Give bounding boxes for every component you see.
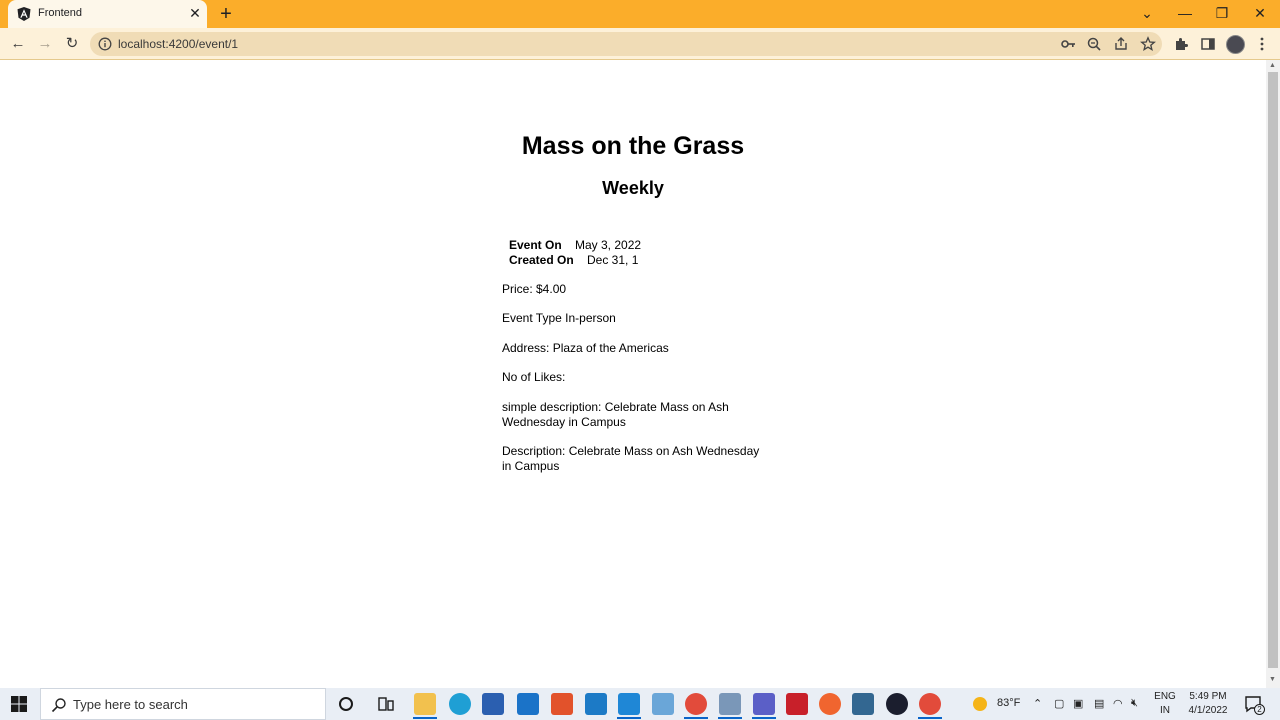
event-price: Price: $4.00 <box>502 282 567 296</box>
new-tab-icon[interactable]: + <box>216 4 236 24</box>
mail-icon[interactable] <box>517 693 539 715</box>
weather-sun-icon[interactable] <box>969 693 991 715</box>
angular-logo-icon <box>17 7 31 21</box>
forward-icon[interactable]: → <box>34 33 56 55</box>
scroll-down-icon[interactable]: ▼ <box>1269 676 1276 683</box>
side-panel-icon[interactable] <box>1200 36 1216 52</box>
tab-close-icon[interactable]: ✕ <box>187 5 203 21</box>
clock-time: 5:49 PM <box>1189 691 1227 702</box>
app-icon[interactable] <box>719 693 741 715</box>
event-description: Description: Celebrate Mass on Ash Wedne… <box>502 444 760 473</box>
windows-taskbar: Type here to search 83°F ⌃ ▢ ▣ ▤ ◠ 🔇︎ EN… <box>0 688 1280 720</box>
created-on-label: Created On <box>509 253 574 267</box>
vscode-icon[interactable] <box>618 693 640 715</box>
office-icon[interactable] <box>551 693 573 715</box>
event-address: Address: Plaza of the Americas <box>502 341 669 355</box>
cortana-icon[interactable] <box>335 693 357 715</box>
created-on-value: Dec 31, 1 <box>587 253 639 267</box>
event-title: Mass on the Grass <box>521 132 745 160</box>
url-text: localhost:4200/event/1 <box>118 37 239 51</box>
bookmark-star-icon[interactable] <box>1140 36 1156 52</box>
postman-icon[interactable] <box>819 693 841 715</box>
chrome-icon[interactable] <box>685 693 707 715</box>
tray-app-icon[interactable]: ▣ <box>1073 697 1083 710</box>
share-icon[interactable] <box>1113 36 1129 52</box>
store-icon[interactable] <box>482 693 504 715</box>
notification-count-badge: 2 <box>1254 704 1265 715</box>
event-frequency: Weekly <box>602 178 664 198</box>
search-icon <box>51 698 66 713</box>
browser-menu-icon[interactable] <box>1254 36 1270 52</box>
page-scrollbar[interactable]: ▲ ▼ <box>1266 60 1280 688</box>
taskbar-search[interactable]: Type here to search <box>40 688 326 720</box>
volume-muted-icon[interactable]: 🔇︎ <box>1131 697 1138 710</box>
address-bar[interactable]: localhost:4200/event/1 <box>90 32 1162 56</box>
search-placeholder: Type here to search <box>73 697 188 712</box>
profile-avatar[interactable] <box>1226 35 1245 54</box>
running-indicator <box>617 717 641 719</box>
password-key-icon[interactable] <box>1060 36 1076 52</box>
zoom-icon[interactable] <box>1086 36 1102 52</box>
scroll-up-icon[interactable]: ▲ <box>1269 62 1276 69</box>
page-content: Mass on the Grass Weekly Event On May 3,… <box>0 60 1266 688</box>
running-indicator <box>684 717 708 719</box>
file-explorer-icon[interactable] <box>414 693 436 715</box>
mcafee-icon[interactable] <box>786 693 808 715</box>
event-on-label: Event On <box>509 238 562 252</box>
tray-app-icon[interactable]: ▤ <box>1094 697 1104 710</box>
show-hidden-icons-icon[interactable]: ⌃ <box>1033 697 1042 710</box>
chrome-icon[interactable] <box>919 693 941 715</box>
running-indicator <box>752 717 776 719</box>
lang-line2: IN <box>1160 705 1170 716</box>
site-info-icon[interactable] <box>98 37 112 51</box>
back-icon[interactable]: ← <box>7 33 29 55</box>
weather-temp[interactable]: 83°F <box>997 697 1020 709</box>
restore-icon[interactable]: ❐ <box>1207 2 1237 24</box>
edge-icon[interactable] <box>449 693 471 715</box>
task-view-icon[interactable] <box>375 693 397 715</box>
browser-tab[interactable]: Frontend ✕ <box>8 0 207 28</box>
postgres-icon[interactable] <box>852 693 874 715</box>
close-window-icon[interactable]: ✕ <box>1245 2 1275 24</box>
windows-start-icon[interactable] <box>11 696 27 712</box>
clock-date: 4/1/2022 <box>1188 705 1228 716</box>
wifi-icon[interactable]: ◠ <box>1113 697 1123 710</box>
scroll-thumb[interactable] <box>1268 72 1278 668</box>
event-likes: No of Likes: <box>502 370 566 384</box>
minimize-icon[interactable]: — <box>1170 2 1200 24</box>
app-icon[interactable] <box>585 693 607 715</box>
event-on-value: May 3, 2022 <box>575 238 642 252</box>
event-type: Event Type In-person <box>502 311 616 325</box>
browser-toolbar: ← → ↻ localhost:4200/event/1 <box>0 28 1280 60</box>
app-icon[interactable] <box>652 693 674 715</box>
cypress-icon[interactable] <box>886 693 908 715</box>
running-indicator <box>918 717 942 719</box>
running-indicator <box>413 717 437 719</box>
browser-tabstrip: Frontend ✕ + ⌄ — ❐ ✕ <box>0 0 1280 28</box>
lang-line1: ENG <box>1154 691 1176 702</box>
extensions-icon[interactable] <box>1173 36 1189 52</box>
tab-search-icon[interactable]: ⌄ <box>1132 2 1162 24</box>
tray-app-icon[interactable]: ▢ <box>1054 697 1064 710</box>
event-simple-description: simple description: Celebrate Mass on As… <box>502 400 729 429</box>
running-indicator <box>718 717 742 719</box>
taskbar-clock[interactable]: 5:49 PM 4/1/2022 <box>1180 690 1236 718</box>
reload-icon[interactable]: ↻ <box>61 33 83 55</box>
tab-title: Frontend <box>38 7 83 19</box>
teams-icon[interactable] <box>753 693 775 715</box>
language-indicator[interactable]: ENG IN <box>1152 690 1178 718</box>
